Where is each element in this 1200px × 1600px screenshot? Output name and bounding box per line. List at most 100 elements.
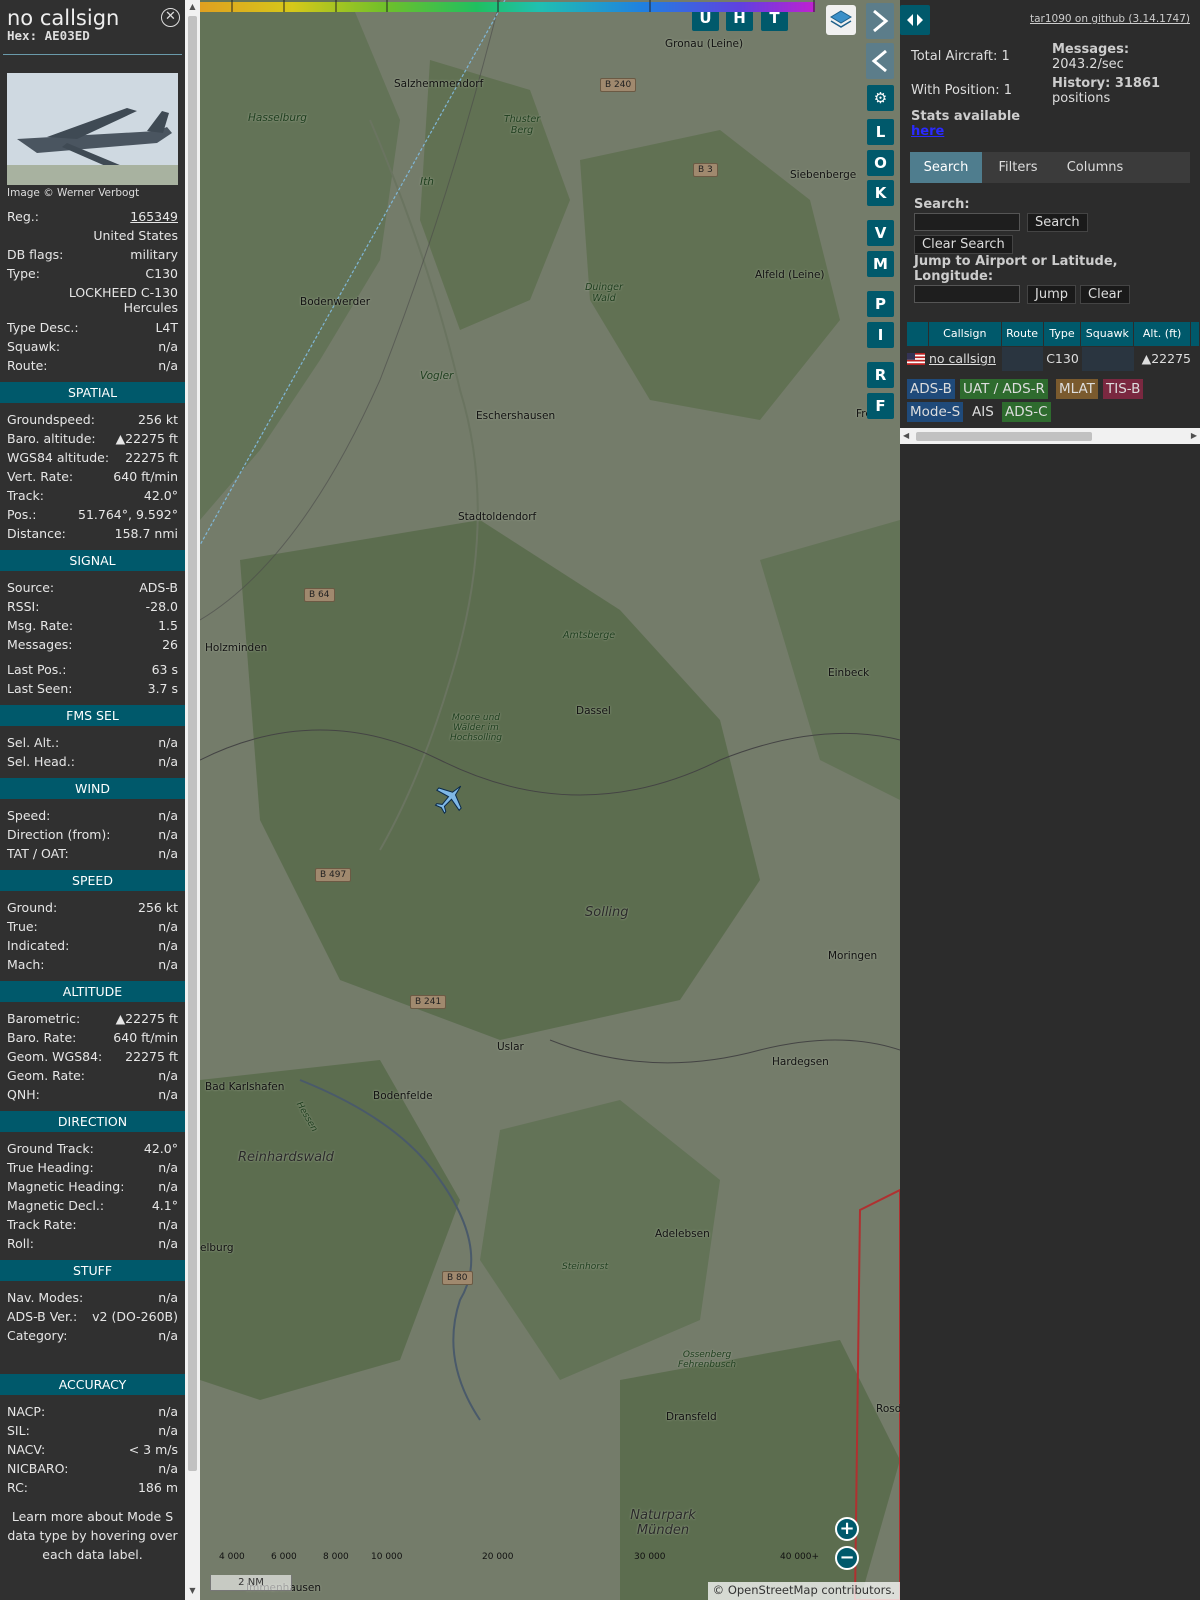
- info-row-label[interactable]: Category:: [7, 1326, 67, 1345]
- map-button-o[interactable]: O: [867, 150, 894, 176]
- zoom-out-button[interactable]: −: [835, 1546, 859, 1570]
- scrollbar-thumb[interactable]: [188, 16, 197, 1471]
- info-row-label[interactable]: Baro. Rate:: [7, 1028, 76, 1047]
- info-row-label[interactable]: Msg. Rate:: [7, 616, 73, 635]
- close-icon[interactable]: ✕: [161, 8, 180, 27]
- info-row-label[interactable]: ADS-B Ver.:: [7, 1307, 77, 1326]
- clear-search-button[interactable]: Clear Search: [914, 235, 1013, 254]
- map-attribution[interactable]: © OpenStreetMap contributors.: [707, 1582, 900, 1600]
- chevron-right-icon[interactable]: [866, 3, 894, 39]
- info-row-label[interactable]: SIL:: [7, 1421, 30, 1440]
- table-horizontal-scrollbar[interactable]: ◀ ▶: [900, 428, 1200, 444]
- map-button-m[interactable]: M: [867, 251, 894, 277]
- info-row-label[interactable]: Indicated:: [7, 936, 69, 955]
- column-flag[interactable]: [907, 322, 928, 346]
- info-row-label[interactable]: NACV:: [7, 1440, 45, 1459]
- info-row-label[interactable]: Magnetic Heading:: [7, 1177, 124, 1196]
- aircraft-photo[interactable]: [7, 73, 178, 185]
- dbflags-label[interactable]: DB flags:: [7, 245, 63, 264]
- info-row-label[interactable]: Magnetic Decl.:: [7, 1196, 104, 1215]
- info-row-label[interactable]: QNH:: [7, 1085, 40, 1104]
- github-link[interactable]: tar1090 on github (3.14.1747): [1030, 13, 1190, 25]
- map-button-k[interactable]: K: [867, 180, 894, 206]
- info-row-label[interactable]: Distance:: [7, 524, 66, 543]
- row-callsign[interactable]: no callsign: [929, 347, 1001, 371]
- jump-input[interactable]: [914, 285, 1020, 303]
- info-row-label[interactable]: Ground:: [7, 898, 57, 917]
- tab-filters[interactable]: Filters: [984, 152, 1052, 183]
- place-label: Ossenberg Fehrenbusch: [677, 1350, 737, 1370]
- scroll-right-icon[interactable]: ▶: [1191, 431, 1197, 440]
- info-row-label[interactable]: Geom. Rate:: [7, 1066, 85, 1085]
- aircraft-marker-icon[interactable]: [432, 780, 468, 816]
- column-altitude[interactable]: Alt. (ft): [1134, 322, 1191, 346]
- settings-gear-icon[interactable]: ⚙: [867, 85, 894, 111]
- info-row-label[interactable]: Sel. Head.:: [7, 752, 75, 771]
- reg-link[interactable]: 165349: [130, 209, 178, 224]
- tab-search[interactable]: Search: [910, 152, 982, 183]
- info-row-label[interactable]: True Heading:: [7, 1158, 94, 1177]
- type-label[interactable]: Type:: [7, 264, 40, 283]
- map-button-i[interactable]: I: [867, 322, 894, 348]
- info-row-label[interactable]: Pos.:: [7, 505, 36, 524]
- scroll-left-icon[interactable]: ◀: [903, 431, 909, 440]
- info-row-label[interactable]: Track:: [7, 486, 44, 505]
- column-route[interactable]: Route: [1001, 322, 1043, 346]
- map-button-r[interactable]: R: [867, 362, 894, 388]
- reg-label[interactable]: Reg.:: [7, 207, 39, 226]
- info-row-label[interactable]: Last Pos.:: [7, 660, 66, 679]
- search-button[interactable]: Search: [1027, 213, 1088, 232]
- scroll-down-icon[interactable]: ▼: [188, 1586, 197, 1596]
- info-row-label[interactable]: Speed:: [7, 806, 50, 825]
- place-label: Bodenfelde: [373, 1090, 433, 1102]
- map-view[interactable]: Gronau (Leine) Salzhemmendorf Hasselburg…: [200, 0, 900, 1600]
- info-row-label[interactable]: Geom. WGS84:: [7, 1047, 102, 1066]
- legend-ais: AIS: [972, 404, 994, 420]
- typedesc-label[interactable]: Type Desc.:: [7, 318, 79, 337]
- info-row-label[interactable]: Ground Track:: [7, 1139, 94, 1158]
- info-row-label[interactable]: Messages:: [7, 635, 73, 654]
- info-row-label[interactable]: Vert. Rate:: [7, 467, 73, 486]
- info-row-label[interactable]: WGS84 altitude:: [7, 448, 109, 467]
- info-row-label[interactable]: True:: [7, 917, 38, 936]
- map-button-p[interactable]: P: [867, 291, 894, 317]
- info-row-label[interactable]: Baro. altitude:: [7, 429, 96, 448]
- info-row-value: 3.7 s: [147, 681, 178, 696]
- info-row-label[interactable]: Track Rate:: [7, 1215, 77, 1234]
- column-callsign[interactable]: Callsign: [928, 322, 1001, 346]
- squawk-label[interactable]: Squawk:: [7, 337, 60, 356]
- clear-jump-button[interactable]: Clear: [1080, 285, 1130, 304]
- info-row-label[interactable]: Groundspeed:: [7, 410, 95, 429]
- expand-sidebar-icon[interactable]: [900, 5, 930, 35]
- info-row-label[interactable]: Sel. Alt.:: [7, 733, 59, 752]
- table-row[interactable]: no callsign C130 ▲22275: [907, 347, 1200, 371]
- route-label[interactable]: Route:: [7, 356, 48, 375]
- info-row-label[interactable]: TAT / OAT:: [7, 844, 69, 863]
- info-row-label[interactable]: Direction (from):: [7, 825, 111, 844]
- map-button-f[interactable]: F: [867, 393, 894, 419]
- info-row-label[interactable]: NICBARO:: [7, 1459, 68, 1478]
- column-squawk[interactable]: Squawk: [1081, 322, 1134, 346]
- map-button-l[interactable]: L: [867, 119, 894, 145]
- column-type[interactable]: Type: [1043, 322, 1081, 346]
- chevron-left-icon[interactable]: [866, 43, 894, 79]
- zoom-in-button[interactable]: +: [835, 1517, 859, 1541]
- info-row-label[interactable]: Roll:: [7, 1234, 34, 1253]
- scroll-up-icon[interactable]: ▲: [188, 2, 197, 12]
- info-row-label[interactable]: Last Seen:: [7, 679, 72, 698]
- scrollbar-thumb[interactable]: [916, 432, 1092, 441]
- jump-button[interactable]: Jump: [1027, 285, 1076, 304]
- info-row-label[interactable]: NACP:: [7, 1402, 45, 1421]
- info-row-label[interactable]: Mach:: [7, 955, 44, 974]
- layers-button[interactable]: [826, 5, 856, 35]
- info-row-label[interactable]: Nav. Modes:: [7, 1288, 83, 1307]
- info-row-label[interactable]: RC:: [7, 1478, 28, 1497]
- info-row-label[interactable]: RSSI:: [7, 597, 39, 616]
- stats-link[interactable]: here: [911, 124, 944, 139]
- info-panel-scrollbar[interactable]: ▲ ▼: [185, 0, 200, 1600]
- info-row-label[interactable]: Source:: [7, 578, 54, 597]
- search-input[interactable]: [914, 213, 1020, 231]
- map-button-v[interactable]: V: [867, 220, 894, 246]
- info-row-label[interactable]: Barometric:: [7, 1009, 80, 1028]
- tab-columns[interactable]: Columns: [1054, 152, 1136, 183]
